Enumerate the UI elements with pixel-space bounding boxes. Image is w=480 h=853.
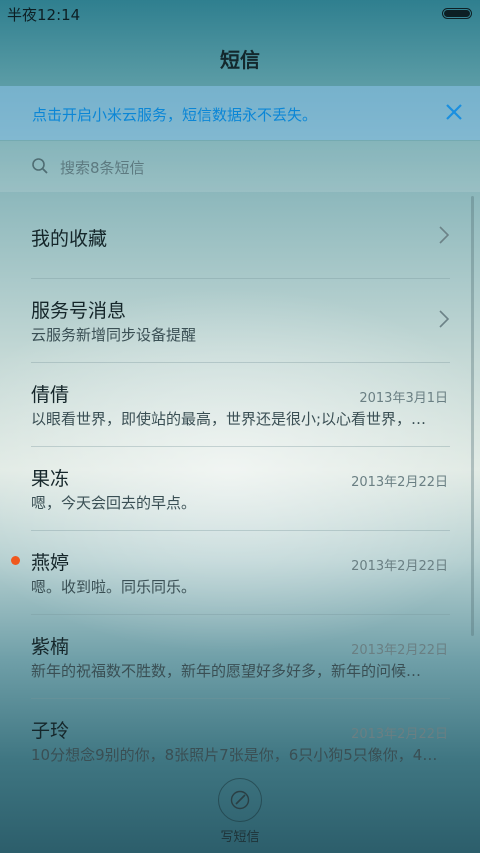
message-preview: 10分想念9别的你，8张照片7张是你，6只小狗5只像你，4… (31, 746, 438, 764)
page-title: 短信 (220, 48, 260, 72)
message-preview: 新年的祝福数不胜数，新年的愿望好多好多，新年的问候… (31, 662, 422, 680)
service-messages-row[interactable]: 服务号消息 云服务新增同步设备提醒 (0, 279, 480, 363)
contact-name: 倩倩 (31, 384, 70, 406)
contact-name: 子玲 (31, 720, 70, 742)
search-icon (32, 158, 48, 174)
service-messages-label: 服务号消息 (31, 300, 127, 322)
contact-name: 燕婷 (31, 552, 70, 574)
conversation-row[interactable]: 燕婷 2013年2月22日 嗯。收到啦。同乐同乐。 (0, 531, 480, 615)
compose-button[interactable] (218, 778, 262, 822)
banner-text[interactable]: 点击开启小米云服务，短信数据永不丢失。 (32, 104, 317, 125)
message-preview: 以眼看世界，即使站的最高，世界还是很小;以心看世界，… (31, 410, 427, 428)
message-date: 2013年3月1日 (359, 391, 448, 406)
chevron-right-icon (439, 226, 450, 244)
conversation-row[interactable]: 果冻 2013年2月22日 嗯，今天会回去的早点。 (0, 447, 480, 531)
unread-dot-icon (11, 556, 20, 565)
message-date: 2013年2月22日 (351, 475, 448, 490)
status-time: 半夜12:14 (7, 6, 81, 24)
scrollbar[interactable] (471, 196, 474, 636)
conversation-row[interactable]: 紫楠 2013年2月22日 新年的祝福数不胜数，新年的愿望好多好多，新年的问候… (0, 615, 480, 699)
message-preview: 嗯，今天会回去的早点。 (31, 494, 197, 512)
status-bar: 半夜12:14 (0, 0, 480, 26)
compose-label: 写短信 (220, 830, 260, 845)
contact-name: 紫楠 (31, 636, 70, 658)
chevron-right-icon (439, 310, 450, 328)
favorites-label: 我的收藏 (31, 228, 108, 250)
contact-name: 果冻 (31, 468, 70, 490)
message-date: 2013年2月22日 (351, 727, 448, 742)
message-preview: 嗯。收到啦。同乐同乐。 (31, 578, 197, 596)
conversation-row[interactable]: 倩倩 2013年3月1日 以眼看世界，即使站的最高，世界还是很小;以心看世界，… (0, 363, 480, 447)
compose-icon (230, 790, 250, 810)
favorites-row[interactable]: 我的收藏 (0, 195, 480, 279)
search-bar[interactable] (0, 141, 480, 192)
message-date: 2013年2月22日 (351, 559, 448, 574)
battery-icon (442, 8, 472, 19)
close-icon[interactable] (442, 98, 466, 126)
service-messages-subtitle: 云服务新增同步设备提醒 (31, 326, 197, 344)
conversation-row[interactable]: 子玲 2013年2月22日 10分想念9别的你，8张照片7张是你，6只小狗5只像… (0, 699, 480, 783)
message-date: 2013年2月22日 (351, 643, 448, 658)
cloud-banner[interactable]: 点击开启小米云服务，短信数据永不丢失。 (0, 86, 480, 140)
search-input[interactable] (58, 155, 442, 181)
